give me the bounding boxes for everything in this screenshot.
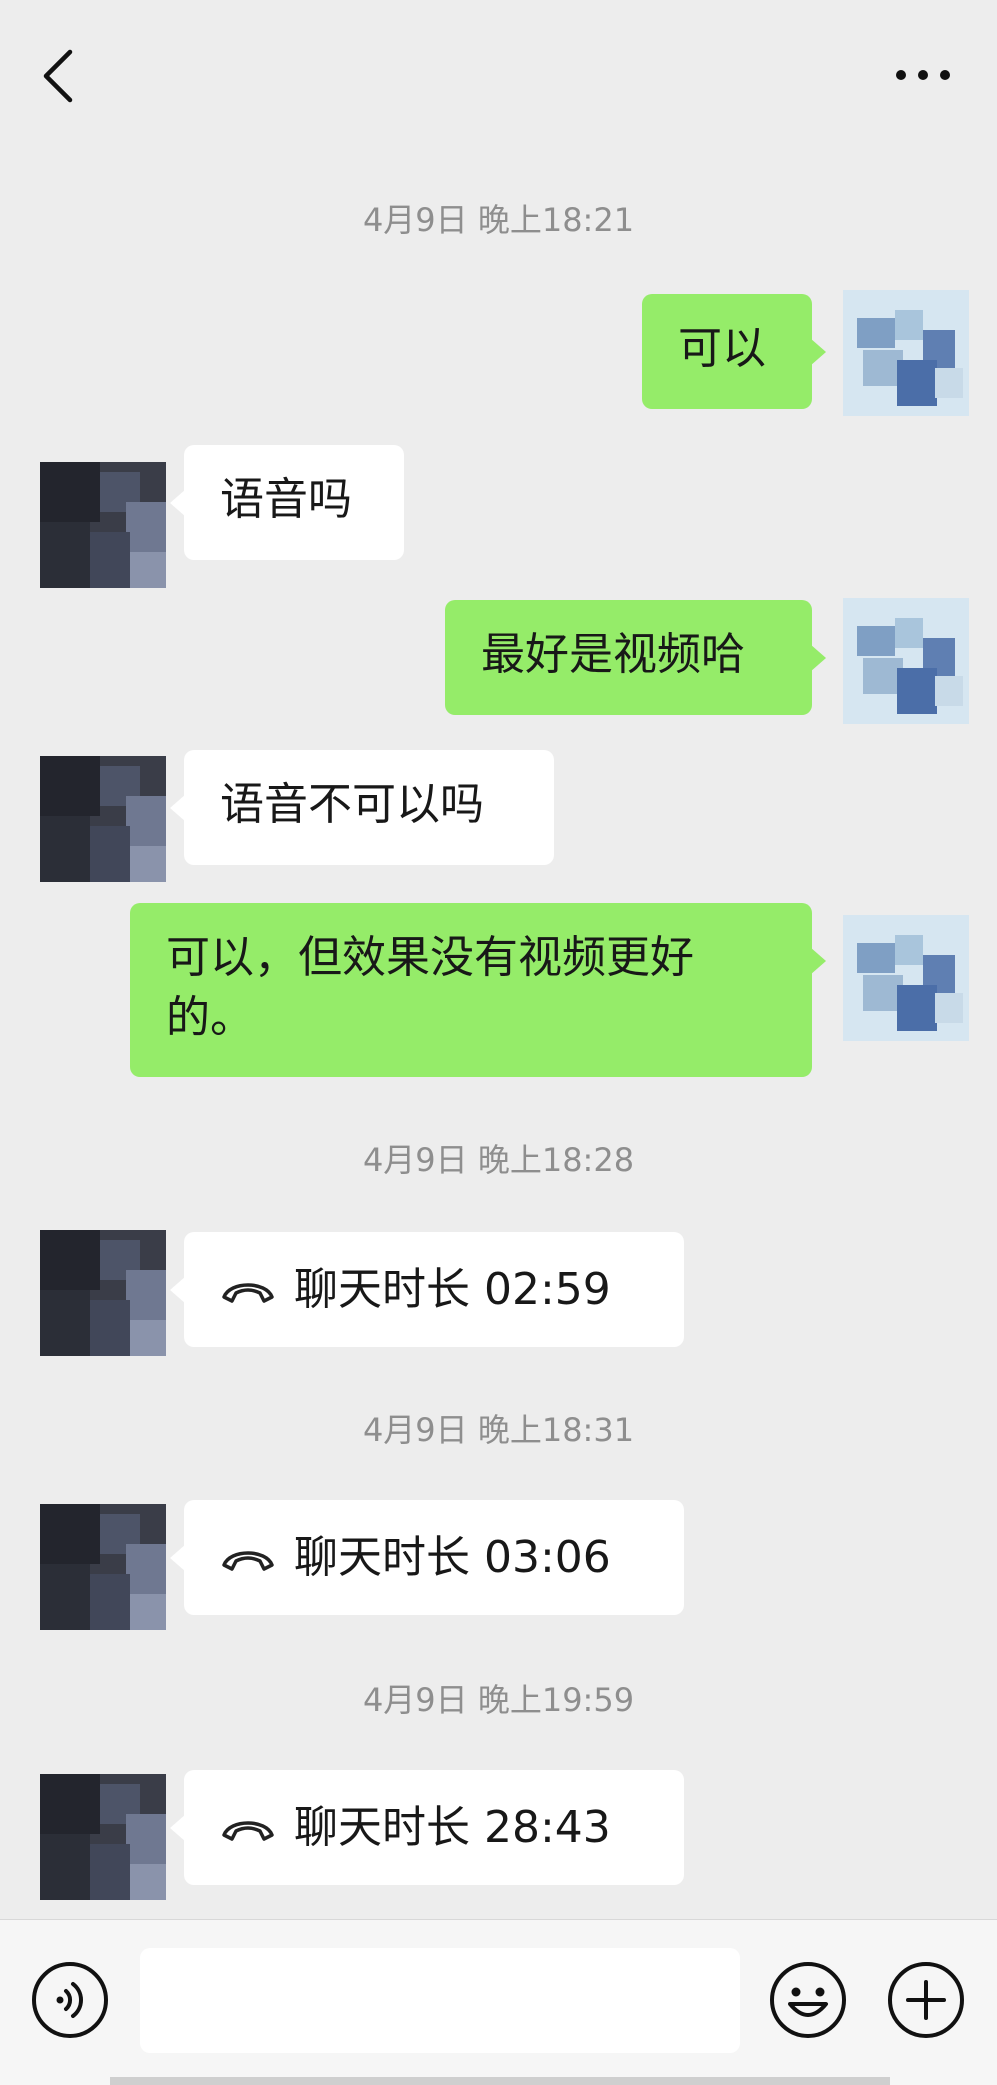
phone-hangup-icon xyxy=(222,1282,274,1303)
bubble-tail xyxy=(170,1814,186,1842)
bubble-tail xyxy=(170,1276,186,1304)
message-input[interactable] xyxy=(140,1948,740,2053)
message-bubble[interactable]: 语音不可以吗 xyxy=(170,750,554,865)
call-record-bubble[interactable]: 聊天时长 02:59 xyxy=(170,1232,684,1347)
bubble-tail xyxy=(810,644,826,672)
timestamp: 4月9日 晚上18:28 xyxy=(362,1141,635,1179)
message-bubble[interactable]: 语音吗 xyxy=(170,445,404,560)
voice-icon[interactable] xyxy=(30,1960,110,2040)
call-record-bubble[interactable]: 聊天时长 03:06 xyxy=(170,1500,684,1615)
phone-hangup-icon xyxy=(222,1550,274,1571)
call-record-bubble[interactable]: 聊天时长 28:43 xyxy=(170,1770,684,1885)
chat-header xyxy=(0,0,997,150)
timestamp: 4月9日 晚上19:59 xyxy=(362,1681,635,1719)
message-text: 最好是视频哈 xyxy=(481,629,745,680)
bubble-tail xyxy=(170,489,186,517)
my-avatar[interactable] xyxy=(843,598,969,724)
input-bar xyxy=(0,1919,997,2085)
call-duration-text: 聊天时长 02:59 xyxy=(294,1263,611,1315)
phone-hangup-icon xyxy=(222,1820,274,1841)
contact-avatar[interactable] xyxy=(40,462,166,588)
timestamp: 4月9日 晚上18:21 xyxy=(362,201,635,239)
my-avatar[interactable] xyxy=(843,290,969,416)
message-text: 可以 xyxy=(678,323,766,374)
message-bubble[interactable]: 可以 xyxy=(642,294,826,409)
bubble-tail xyxy=(810,947,826,975)
message-text-line1: 可以，但效果没有视频更好 xyxy=(166,932,694,983)
home-indicator xyxy=(110,2077,890,2085)
bubble-tail xyxy=(170,1544,186,1572)
bubble-tail xyxy=(810,338,826,366)
call-duration-text: 聊天时长 28:43 xyxy=(294,1801,611,1853)
call-duration-text: 聊天时长 03:06 xyxy=(294,1531,611,1583)
message-text: 语音吗 xyxy=(220,474,352,525)
contact-avatar[interactable] xyxy=(40,756,166,882)
message-bubble[interactable]: 最好是视频哈 xyxy=(445,600,826,715)
plus-icon[interactable] xyxy=(886,1960,966,2040)
message-text-line2: 的。 xyxy=(166,992,254,1043)
my-avatar[interactable] xyxy=(843,915,969,1041)
contact-avatar[interactable] xyxy=(40,1230,166,1356)
contact-avatar[interactable] xyxy=(40,1774,166,1900)
bubble-tail xyxy=(170,794,186,822)
message-text: 语音不可以吗 xyxy=(220,779,484,830)
message-bubble[interactable]: 可以，但效果没有视频更好 的。 xyxy=(130,903,826,1077)
ellipsis-icon[interactable] xyxy=(893,60,953,90)
timestamp: 4月9日 晚上18:31 xyxy=(362,1411,635,1449)
chevron-left-icon[interactable] xyxy=(38,48,78,104)
contact-avatar[interactable] xyxy=(40,1504,166,1630)
emoji-icon[interactable] xyxy=(768,1960,848,2040)
